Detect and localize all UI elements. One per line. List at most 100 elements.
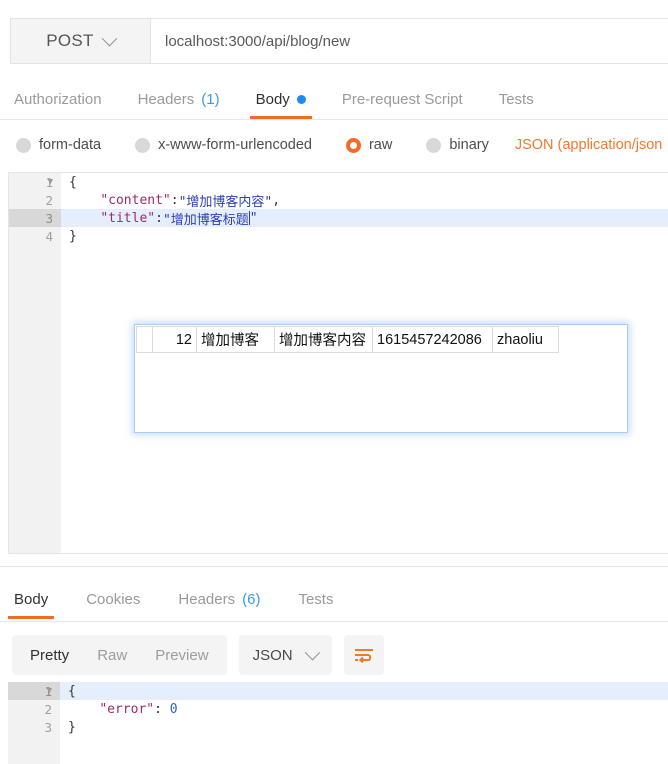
tab-label: Tests xyxy=(298,591,334,608)
code-token: "增加博客标题 xyxy=(162,212,249,228)
response-toolbar: Pretty Raw Preview JSON xyxy=(0,634,668,676)
code-line: { xyxy=(60,682,668,700)
wrap-lines-button[interactable] xyxy=(343,635,384,675)
code-token: , xyxy=(272,192,281,208)
code-token: { xyxy=(69,174,77,190)
line-number: 1 ▼ xyxy=(45,174,53,190)
response-tab-body[interactable]: Body xyxy=(7,580,55,619)
cell-blank xyxy=(136,326,153,353)
tab-label: Headers xyxy=(137,91,195,108)
unsaved-dot-icon xyxy=(296,95,306,104)
radio-label: raw xyxy=(368,137,393,153)
radio-label: binary xyxy=(449,137,489,153)
request-url-input[interactable]: localhost:3000/api/blog/new xyxy=(151,19,668,63)
tab-count-badge: (6) xyxy=(242,591,261,608)
body-type-radio-form-data[interactable]: form-data xyxy=(16,137,101,153)
tab-label: Authorization xyxy=(14,91,102,108)
code-token: " xyxy=(249,210,258,226)
wrap-lines-icon xyxy=(354,649,373,663)
body-type-radio-raw[interactable]: raw xyxy=(345,137,393,153)
radio-unselected-icon xyxy=(426,137,442,153)
code-line: { xyxy=(61,173,668,191)
cell-content: 增加博客内容 xyxy=(274,326,373,353)
view-mode-raw[interactable]: Raw xyxy=(83,635,141,675)
line-number: 3 xyxy=(9,209,61,227)
radio-label: x-www-form-urlencoded xyxy=(158,137,312,153)
response-editor-code: { "error": 0} xyxy=(60,682,668,764)
line-number: 1 ▼ xyxy=(8,682,60,700)
radio-selected-icon xyxy=(345,137,361,153)
code-fold-icon[interactable]: ▼ xyxy=(47,686,52,696)
code-token: : xyxy=(154,701,170,717)
response-editor-gutter: 1 ▼ 2 3 xyxy=(8,682,60,764)
line-number: 2 xyxy=(45,192,53,208)
tab-tests[interactable]: Tests xyxy=(497,80,536,119)
view-mode-pretty[interactable]: Pretty xyxy=(16,635,83,675)
code-fold-icon[interactable]: ▼ xyxy=(48,177,53,187)
result-table: 12 增加博客 增加博客内容 1615457242086 zhaoliu xyxy=(136,326,559,353)
code-token: "增加博客内容" xyxy=(178,194,273,210)
response-tabs: Body Cookies Headers (6) Tests xyxy=(0,580,668,622)
floating-result-panel[interactable]: 12 增加博客 增加博客内容 1615457242086 zhaoliu xyxy=(134,324,628,433)
code-line: "error": 0 xyxy=(60,700,668,718)
radio-label: form-data xyxy=(39,137,102,153)
code-token: "content" xyxy=(100,192,171,208)
tab-label: Body xyxy=(14,591,49,608)
body-type-options: form-data x-www-form-urlencoded raw binary J… xyxy=(0,128,668,162)
code-token: } xyxy=(68,719,76,735)
response-body-editor[interactable]: 1 ▼ 2 3 { "error": 0} xyxy=(8,682,668,764)
code-line: "content": "增加博客内容", xyxy=(61,191,668,210)
tab-label: Body xyxy=(255,91,290,108)
response-format-label: JSON xyxy=(252,646,293,664)
tab-label: Headers xyxy=(178,591,236,608)
response-format-selector[interactable]: JSON xyxy=(238,635,332,675)
tab-headers[interactable]: Headers (1) xyxy=(136,80,222,119)
code-line: } xyxy=(61,227,668,245)
tab-authorization[interactable]: Authorization xyxy=(12,80,104,119)
code-line: } xyxy=(60,718,668,736)
tab-body[interactable]: Body xyxy=(249,80,313,119)
chevron-down-icon xyxy=(101,30,118,46)
cell-author: zhaoliu xyxy=(492,326,559,353)
code-token: : xyxy=(155,210,163,226)
tab-label: Cookies xyxy=(86,591,141,608)
code-token: "error" xyxy=(99,701,155,717)
line-number: 3 xyxy=(44,719,52,735)
code-token: { xyxy=(68,683,76,699)
http-method-selector[interactable]: POST xyxy=(11,19,151,63)
table-row[interactable]: 12 增加博客 增加博客内容 1615457242086 zhaoliu xyxy=(136,326,559,353)
code-token: "title" xyxy=(100,210,156,226)
request-url-bar: POST localhost:3000/api/blog/new xyxy=(10,18,668,64)
body-type-radio-x-www-form-urlencoded[interactable]: x-www-form-urlencoded xyxy=(135,137,312,153)
tab-count-badge: (1) xyxy=(201,91,220,108)
cell-title: 增加博客 xyxy=(196,326,275,353)
cell-timestamp: 1615457242086 xyxy=(372,326,493,353)
panel-divider xyxy=(0,566,668,567)
tab-label: Pre-request Script xyxy=(341,91,463,108)
code-token: } xyxy=(69,228,77,244)
line-number: 4 xyxy=(45,228,53,244)
chevron-down-icon xyxy=(304,644,320,660)
response-tab-tests[interactable]: Tests xyxy=(296,580,335,619)
code-line: "title": "增加博客标题 " xyxy=(61,209,668,228)
radio-unselected-icon xyxy=(135,137,151,153)
tab-label: Tests xyxy=(498,91,534,108)
request-editor-gutter: 1 ▼ 2 3 4 xyxy=(9,173,61,553)
tab-pre-request-script[interactable]: Pre-request Script xyxy=(340,80,465,119)
postman-window: POST localhost:3000/api/blog/new Authori… xyxy=(0,0,668,764)
line-number: 2 xyxy=(44,701,52,717)
http-method-label: POST xyxy=(46,31,94,50)
response-tab-cookies[interactable]: Cookies xyxy=(84,580,142,619)
view-mode-preview[interactable]: Preview xyxy=(141,635,222,675)
radio-unselected-icon xyxy=(16,137,31,153)
code-token: 0 xyxy=(169,701,178,717)
body-type-radio-binary[interactable]: binary xyxy=(426,137,489,153)
response-view-mode-group: Pretty Raw Preview xyxy=(12,635,227,675)
code-token: : xyxy=(170,192,179,208)
cell-id: 12 xyxy=(152,326,197,353)
content-type-link[interactable]: JSON (application/json xyxy=(515,137,663,153)
response-tab-headers[interactable]: Headers (6) xyxy=(176,580,262,619)
